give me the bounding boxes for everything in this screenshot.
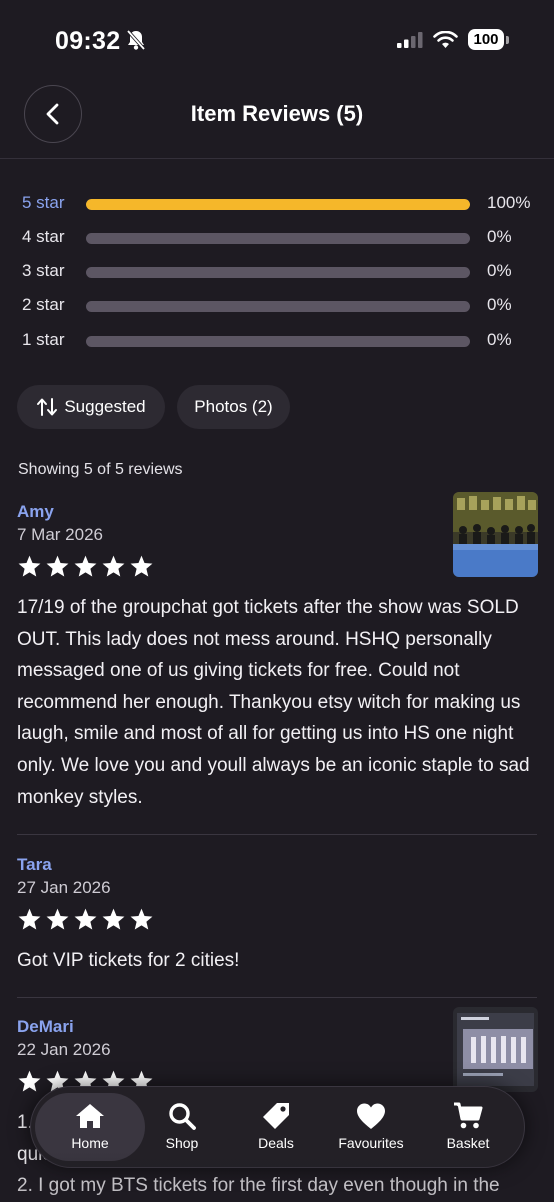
sort-label: Suggested: [64, 397, 146, 416]
rating-percent: 0%: [487, 330, 512, 349]
home-icon: [76, 1104, 104, 1128]
rating-percent: 100%: [487, 193, 531, 212]
cart-icon: [454, 1102, 483, 1129]
sort-suggested-button[interactable]: Suggested: [17, 385, 165, 429]
reviewer-name[interactable]: Amy: [17, 502, 54, 522]
tab-basket[interactable]: Basket: [424, 1093, 512, 1161]
photos-filter-label: Photos (2): [194, 397, 273, 416]
rating-percent: 0%: [487, 295, 512, 314]
rating-row-3[interactable]: 3 star 0%: [0, 256, 554, 290]
bottom-tab-bar: Home Shop Deals Favourites Basket: [30, 1086, 525, 1168]
review-date: 27 Jan 2026: [17, 878, 111, 897]
tab-home[interactable]: Home: [35, 1093, 145, 1161]
bell-off-icon: [126, 29, 146, 51]
review-text: Got VIP tickets for 2 cities!: [17, 950, 240, 971]
rating-bar: [86, 199, 470, 210]
photos-filter-button[interactable]: Photos (2): [177, 385, 290, 429]
status-bar: 09:32 100: [0, 0, 554, 84]
review-card: Amy 7 Mar 2026 17/19 of the groupchat go…: [0, 492, 554, 832]
tab-deals[interactable]: Deals: [232, 1093, 320, 1161]
star-icon: [18, 555, 41, 577]
rating-label: 4 star: [22, 227, 65, 246]
rating-bar: [86, 233, 470, 244]
star-icon: [46, 908, 69, 930]
rating-row-2[interactable]: 2 star 0%: [0, 290, 554, 324]
tab-label: Basket: [446, 1135, 490, 1151]
page-title: Item Reviews (5): [190, 101, 364, 126]
rating-bar: [86, 301, 470, 312]
battery-tip: [506, 36, 509, 44]
review-photo[interactable]: [453, 1007, 538, 1092]
sort-arrows-icon: [37, 398, 58, 416]
rating-bar-fill: [86, 199, 470, 210]
tab-shop[interactable]: Shop: [138, 1093, 226, 1161]
tab-favourites[interactable]: Favourites: [327, 1093, 415, 1161]
tab-label: Shop: [165, 1135, 199, 1151]
rating-percent: 0%: [487, 227, 512, 246]
battery-indicator: 100: [468, 29, 504, 50]
rating-bar: [86, 267, 470, 278]
showing-count: Showing 5 of 5 reviews: [18, 461, 183, 478]
tab-label: Deals: [258, 1135, 294, 1151]
star-rating: [17, 907, 154, 932]
star-icon: [102, 908, 125, 930]
review-card: Tara 27 Jan 2026 Got VIP tickets for 2 c…: [0, 855, 554, 995]
star-icon: [130, 555, 153, 577]
signal-icon: [397, 32, 423, 48]
search-icon: [169, 1103, 196, 1130]
star-icon: [130, 908, 153, 930]
star-icon: [74, 908, 97, 930]
reviewer-name[interactable]: DeMari: [17, 1017, 74, 1037]
star-icon: [18, 908, 41, 930]
wifi-icon: [433, 31, 458, 48]
star-icon: [46, 555, 69, 577]
rating-row-4[interactable]: 4 star 0%: [0, 222, 554, 256]
star-icon: [18, 1070, 41, 1092]
rating-percent: 0%: [487, 261, 512, 280]
review-date: 22 Jan 2026: [17, 1040, 111, 1059]
star-rating: [17, 554, 154, 579]
review-text-line: 2. I got my BTS tickets for the first da…: [17, 1175, 500, 1197]
review-text: 17/19 of the groupchat got tickets after…: [17, 597, 530, 808]
tab-label: Favourites: [338, 1135, 404, 1151]
review-photo[interactable]: [453, 492, 538, 577]
rating-label: 2 star: [22, 295, 65, 314]
rating-label: 5 star: [22, 193, 65, 212]
review-date: 7 Mar 2026: [17, 525, 103, 544]
divider: [17, 834, 537, 835]
rating-row-1[interactable]: 1 star 0%: [0, 325, 554, 359]
rating-label: 1 star: [22, 330, 65, 349]
rating-bar: [86, 336, 470, 347]
rating-label: 3 star: [22, 261, 65, 280]
rating-row-5[interactable]: 5 star 100%: [0, 188, 554, 222]
star-icon: [102, 555, 125, 577]
tag-icon: [263, 1103, 289, 1129]
heart-icon: [357, 1103, 385, 1129]
star-icon: [74, 555, 97, 577]
tab-label: Home: [71, 1135, 109, 1151]
divider: [17, 997, 537, 998]
status-time: 09:32: [55, 27, 121, 55]
header: Item Reviews (5): [0, 84, 554, 159]
reviewer-name[interactable]: Tara: [17, 855, 52, 875]
